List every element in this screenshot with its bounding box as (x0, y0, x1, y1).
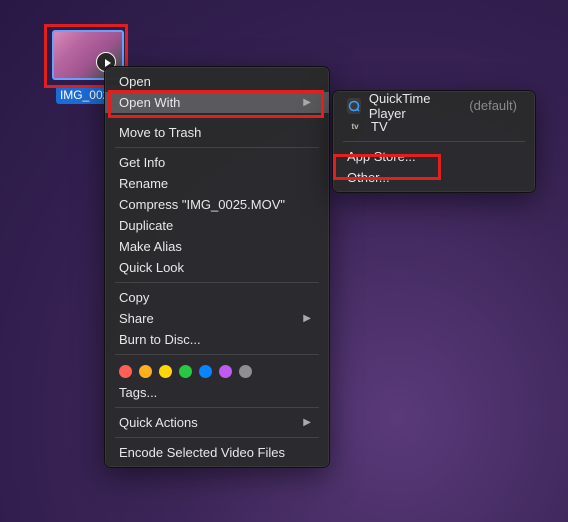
menu-open-with[interactable]: Open With ▶ (105, 92, 329, 113)
menu-compress-label: Compress "IMG_0025.MOV" (119, 197, 285, 212)
menu-share-label: Share (119, 311, 154, 326)
menu-rename-label: Rename (119, 176, 168, 191)
menu-burn[interactable]: Burn to Disc... (105, 329, 329, 350)
menu-duplicate[interactable]: Duplicate (105, 215, 329, 236)
menu-quick-actions-label: Quick Actions (119, 415, 198, 430)
tag-green[interactable] (179, 365, 192, 378)
open-with-submenu: QuickTime Player (default) tv TV App Sto… (332, 90, 536, 193)
context-menu: Open Open With ▶ Move to Trash Get Info … (104, 66, 330, 468)
menu-duplicate-label: Duplicate (119, 218, 173, 233)
quicktime-icon (347, 98, 361, 114)
menu-trash[interactable]: Move to Trash (105, 122, 329, 143)
menu-get-info[interactable]: Get Info (105, 152, 329, 173)
menu-make-alias[interactable]: Make Alias (105, 236, 329, 257)
chevron-right-icon: ▶ (303, 417, 311, 428)
submenu-quicktime[interactable]: QuickTime Player (default) (333, 95, 535, 116)
menu-separator (343, 141, 525, 142)
tv-icon: tv (347, 119, 363, 135)
tag-purple[interactable] (219, 365, 232, 378)
menu-rename[interactable]: Rename (105, 173, 329, 194)
menu-copy[interactable]: Copy (105, 287, 329, 308)
menu-get-info-label: Get Info (119, 155, 165, 170)
submenu-app-store-label: App Store... (347, 149, 416, 164)
menu-share[interactable]: Share ▶ (105, 308, 329, 329)
menu-open-label: Open (119, 74, 151, 89)
menu-tags-label: Tags... (119, 385, 157, 400)
submenu-tv-label: TV (371, 119, 388, 134)
tag-gray[interactable] (239, 365, 252, 378)
menu-trash-label: Move to Trash (119, 125, 201, 140)
menu-quick-look-label: Quick Look (119, 260, 184, 275)
chevron-right-icon: ▶ (303, 97, 311, 108)
menu-separator (115, 354, 319, 355)
menu-separator (115, 282, 319, 283)
menu-burn-label: Burn to Disc... (119, 332, 201, 347)
menu-separator (115, 437, 319, 438)
menu-copy-label: Copy (119, 290, 149, 305)
menu-encode[interactable]: Encode Selected Video Files (105, 442, 329, 463)
submenu-default-hint: (default) (469, 98, 517, 113)
menu-compress[interactable]: Compress "IMG_0025.MOV" (105, 194, 329, 215)
menu-open[interactable]: Open (105, 71, 329, 92)
submenu-quicktime-label: QuickTime Player (369, 91, 457, 121)
tag-color-row (105, 359, 329, 382)
menu-tags[interactable]: Tags... (105, 382, 329, 403)
tag-red[interactable] (119, 365, 132, 378)
menu-encode-label: Encode Selected Video Files (119, 445, 285, 460)
submenu-other-label: Other... (347, 170, 390, 185)
tag-blue[interactable] (199, 365, 212, 378)
chevron-right-icon: ▶ (303, 313, 311, 324)
submenu-app-store[interactable]: App Store... (333, 146, 535, 167)
menu-separator (115, 117, 319, 118)
submenu-other[interactable]: Other... (333, 167, 535, 188)
tag-yellow[interactable] (159, 365, 172, 378)
menu-separator (115, 147, 319, 148)
menu-separator (115, 407, 319, 408)
menu-open-with-label: Open With (119, 95, 180, 110)
play-icon (105, 59, 111, 67)
menu-quick-actions[interactable]: Quick Actions ▶ (105, 412, 329, 433)
menu-quick-look[interactable]: Quick Look (105, 257, 329, 278)
tag-orange[interactable] (139, 365, 152, 378)
menu-make-alias-label: Make Alias (119, 239, 182, 254)
